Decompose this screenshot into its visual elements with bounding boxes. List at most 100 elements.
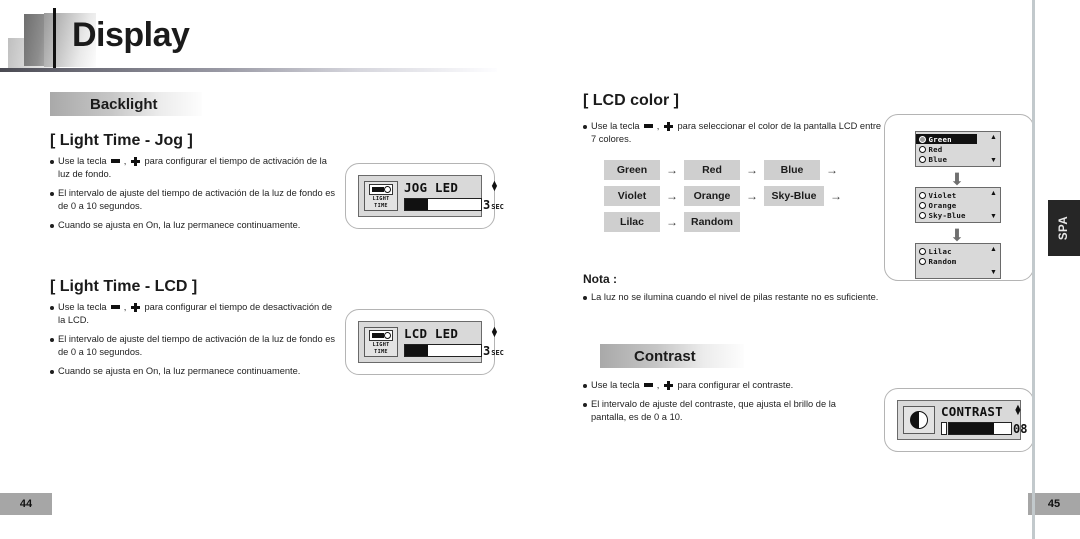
scroll-down-icon[interactable]: ▼ <box>990 157 997 164</box>
color-chip-violet[interactable]: Violet <box>604 186 660 206</box>
bullet-text: El intervalo de ajuste del tiempo de act… <box>58 188 336 211</box>
lcd-content: JOG LED 3 SEC ▲ ▼ <box>398 178 504 212</box>
page-number-left: 44 <box>0 493 52 515</box>
section-heading-contrast: Contrast <box>600 344 744 368</box>
arrow-icon: → <box>666 163 678 177</box>
flow-arrow-down-icon: ⬇ <box>949 225 965 245</box>
bullet-text: Use la tecla , para configurar el tiempo… <box>58 302 333 325</box>
scrollbar[interactable]: ▲ ▼ <box>989 190 998 220</box>
selector-option-random[interactable]: Random <box>916 256 1000 266</box>
contrast-icon <box>903 406 935 434</box>
scroll-down-icon[interactable]: ▼ <box>990 213 997 220</box>
plus-key-icon <box>130 156 140 166</box>
manual-spread: Display Backlight [ Light Time - Jog ] U… <box>0 0 1080 539</box>
scroll-down-icon[interactable]: ▼ <box>990 269 997 276</box>
color-chip-red[interactable]: Red <box>684 160 740 180</box>
selector-option-lilac[interactable]: Lilac <box>916 246 1000 256</box>
arrow-icon: → <box>746 163 758 177</box>
lcd-value-row: 3 SEC <box>404 344 504 358</box>
device-mock-lcd-color: Green Red Blue ▲ ▼ ⬇ Violet Orange Sky-B… <box>884 114 1034 281</box>
light-time-icon: LIGHT TIME <box>364 181 398 211</box>
lcd-title: JOG LED <box>404 179 459 195</box>
selector-box-3[interactable]: Lilac Random ▲ ▼ <box>915 243 1001 279</box>
color-chip-blue[interactable]: Blue <box>764 160 820 180</box>
bullet-text: Use la tecla , para configurar el tiempo… <box>58 156 327 179</box>
selector-option-blue[interactable]: Blue <box>916 154 1000 164</box>
contrast-tick-icon <box>941 422 947 435</box>
minus-key-icon <box>644 124 654 128</box>
minus-key-icon <box>644 383 654 387</box>
lcd-screen-contrast: CONTRAST 08 ▲ ▼ <box>897 400 1027 440</box>
plus-key-icon <box>663 121 673 131</box>
lcd-content: LCD LED 3 SEC ▲ ▼ <box>398 323 504 358</box>
radio-icon <box>919 135 926 143</box>
arrow-icon: → <box>666 189 678 203</box>
minus-key-icon <box>111 305 121 309</box>
subheading-light-time-lcd: [ Light Time - LCD ] <box>50 278 198 295</box>
scroll-up-icon[interactable]: ▲ <box>990 134 997 141</box>
selector-option-orange[interactable]: Orange <box>916 200 1000 210</box>
selector-option-label: Random <box>928 256 957 266</box>
radio-icon <box>919 201 926 209</box>
list-item: Cuando se ajusta en On, la luz permanece… <box>50 365 340 378</box>
bullet-dot <box>583 295 587 300</box>
side-tab-label: SPA <box>1057 215 1070 241</box>
scrollbar[interactable]: ▲ ▼ <box>989 134 998 164</box>
list-item: Use la tecla , para configurar el tiempo… <box>50 301 340 327</box>
color-chip-orange[interactable]: Orange <box>684 186 740 206</box>
bullet-text: Cuando se ajusta en On, la luz permanece… <box>58 220 301 230</box>
bullet-dot <box>50 191 54 196</box>
arrow-icon: → <box>746 189 758 203</box>
selector-box-2[interactable]: Violet Orange Sky-Blue ▲ ▼ <box>915 187 1001 223</box>
scroll-up-icon[interactable]: ▲ <box>990 190 997 197</box>
radio-icon <box>919 191 926 199</box>
chip-row: Green → Red → Blue → <box>604 160 848 180</box>
page-spine <box>1032 0 1035 539</box>
chip-row: Violet → Orange → Sky-Blue → <box>604 186 848 206</box>
bullet-text: El intervalo de ajuste del tiempo de act… <box>58 334 336 357</box>
color-chip-lilac[interactable]: Lilac <box>604 212 660 232</box>
list-item: Use la tecla , para configurar el tiempo… <box>50 155 340 181</box>
radio-icon <box>919 257 926 265</box>
color-chip-sky-blue[interactable]: Sky-Blue <box>764 186 824 206</box>
bullet-dot <box>583 124 587 129</box>
half-circle-glyph <box>910 411 928 429</box>
bullet-dot <box>583 383 587 388</box>
lcd-screen-lcd-led: LIGHT TIME LCD LED 3 SEC ▲ ▼ <box>358 321 504 363</box>
bullet-text: Use la tecla , para seleccionar el color… <box>591 121 882 144</box>
lcd-content: CONTRAST 08 ▲ ▼ <box>935 401 1027 436</box>
bullet-text: Cuando se ajusta en On, la luz permanece… <box>58 366 301 376</box>
bullet-text: Use la tecla , para configurar el contra… <box>591 380 794 390</box>
light-time-icon-label-2: TIME <box>374 202 388 209</box>
device-mock-contrast: CONTRAST 08 ▲ ▼ <box>884 388 1034 452</box>
bullet-dot <box>50 337 54 342</box>
section-heading-contrast-label: Contrast <box>634 347 696 365</box>
up-down-arrows-icon: ▲ ▼ <box>489 323 499 339</box>
progress-bar <box>948 422 1012 435</box>
arrow-icon: → <box>830 189 842 203</box>
lcd-unit: SEC <box>491 348 504 357</box>
device-mock-lcd-led: LIGHT TIME LCD LED 3 SEC ▲ ▼ <box>345 309 504 375</box>
selector-option-label: Blue <box>928 154 948 164</box>
selector-option-red[interactable]: Red <box>916 144 1000 154</box>
up-down-arrows-icon: ▲ ▼ <box>1013 401 1023 417</box>
subheading-light-time-jog: [ Light Time - Jog ] <box>50 132 193 149</box>
note-title: Nota : <box>583 272 617 286</box>
lcd-value: 3 <box>483 343 491 358</box>
scroll-up-icon[interactable]: ▲ <box>990 246 997 253</box>
color-chip-random[interactable]: Random <box>684 212 740 232</box>
progress-bar <box>404 344 482 357</box>
selector-option-violet[interactable]: Violet <box>916 190 1000 200</box>
scrollbar[interactable]: ▲ ▼ <box>989 246 998 276</box>
color-chip-green[interactable]: Green <box>604 160 660 180</box>
side-tab-spa[interactable]: SPA <box>1048 200 1080 256</box>
selector-option-sky-blue[interactable]: Sky-Blue <box>916 210 1000 220</box>
header-rule <box>0 68 497 72</box>
selector-box-1[interactable]: Green Red Blue ▲ ▼ <box>915 131 1001 167</box>
bullet-dot <box>50 369 54 374</box>
selector-option-green[interactable]: Green <box>916 134 977 144</box>
selector-option-label: Violet <box>928 190 957 200</box>
light-time-icon-label-1: LIGHT <box>372 341 390 348</box>
plus-key-icon <box>130 302 140 312</box>
selector-option-label: Green <box>928 134 952 144</box>
